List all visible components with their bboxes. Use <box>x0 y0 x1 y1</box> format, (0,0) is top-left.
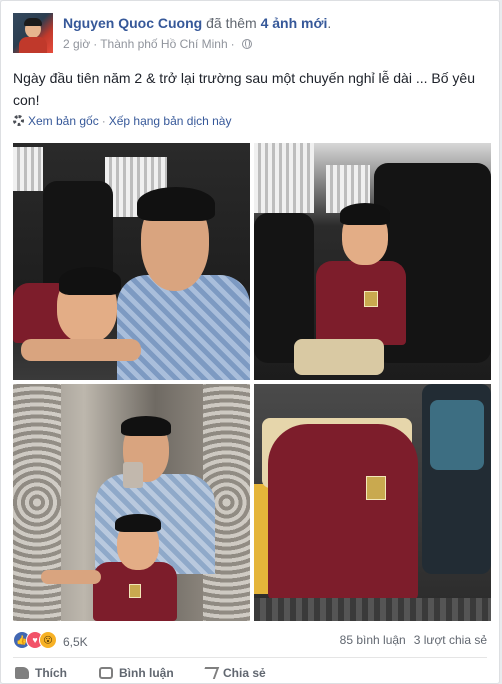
floor-mat <box>254 598 491 621</box>
comment-button[interactable]: Bình luận <box>99 666 174 680</box>
post-location[interactable]: Thành phố Hồ Chí Minh <box>100 37 227 51</box>
school-crest <box>366 476 386 500</box>
kid-hair <box>115 514 161 532</box>
phone-in-hand <box>123 462 143 488</box>
kid-hair <box>340 203 390 225</box>
kid-arm <box>21 339 141 361</box>
reaction-count[interactable]: 6,5K <box>63 635 88 649</box>
action-suffix: . <box>327 15 332 31</box>
globe-icon[interactable] <box>241 39 252 49</box>
car-curtain <box>13 147 43 191</box>
translation-separator: · <box>101 114 106 128</box>
comment-label: Bình luận <box>119 666 174 680</box>
see-original-link[interactable]: Xem bản gốc <box>28 114 99 128</box>
school-crest <box>364 291 378 307</box>
kid-hair <box>59 267 121 295</box>
photo-3[interactable] <box>13 384 250 621</box>
avatar-shirt <box>19 37 47 53</box>
like-label: Thích <box>35 666 67 680</box>
translation-bar: Xem bản gốc · Xếp hạng bản dịch này <box>13 114 231 128</box>
share-count[interactable]: 3 lượt chia sẻ <box>414 633 487 647</box>
post-caption: Ngày đầu tiên năm 2 & trở lại trường sau… <box>13 70 475 108</box>
post-time[interactable]: 2 giờ <box>63 37 90 51</box>
share-label: Chia sẻ <box>223 666 266 680</box>
post-headline: Nguyen Quoc Cuong đã thêm 4 ảnh mới. <box>63 15 331 31</box>
feed-post: Nguyen Quoc Cuong đã thêm 4 ảnh mới. 2 g… <box>0 0 500 684</box>
school-crest <box>129 584 141 598</box>
rate-translation-link[interactable]: Xếp hạng bản dịch này <box>109 114 232 128</box>
thumbs-up-icon <box>15 667 29 679</box>
like-button[interactable]: Thích <box>15 666 67 680</box>
post-action: đã thêm 4 ảnh mới. <box>206 15 331 31</box>
share-button[interactable]: Chia sẻ <box>200 666 266 680</box>
meta-separator: · <box>230 37 235 51</box>
car-curtain <box>254 143 314 213</box>
photo-2[interactable] <box>254 143 491 380</box>
man-hair <box>121 416 171 436</box>
action-prefix: đã thêm <box>206 15 257 31</box>
post-header: Nguyen Quoc Cuong đã thêm 4 ảnh mới. 2 g… <box>13 13 487 57</box>
ornate-wall <box>13 384 61 621</box>
kid-arm <box>41 570 101 584</box>
kid-shorts <box>294 339 384 375</box>
backpack-pocket <box>430 400 484 470</box>
comment-count[interactable]: 85 bình luận <box>340 633 406 647</box>
photo-count-link[interactable]: 4 ảnh mới <box>261 15 328 31</box>
uniform-shirt <box>268 424 418 600</box>
kid-shirt <box>316 261 406 345</box>
man-hair <box>137 187 215 221</box>
author-avatar[interactable] <box>13 13 53 53</box>
author-name[interactable]: Nguyen Quoc Cuong <box>63 15 202 31</box>
wow-reaction-icon: 😮 <box>39 631 57 649</box>
action-divider <box>13 657 487 658</box>
post-meta: 2 giờ · Thành phố Hồ Chí Minh · <box>63 37 252 51</box>
man-shirt <box>117 275 250 380</box>
meta-separator: · <box>93 37 98 51</box>
engagement-counts: 85 bình luận 3 lượt chia sẻ <box>340 633 487 647</box>
photo-1[interactable] <box>13 143 250 380</box>
photo-grid <box>13 143 491 621</box>
share-icon <box>200 667 220 679</box>
post-stats: 👍 ♥ 😮 6,5K 85 bình luận 3 lượt chia sẻ <box>13 629 487 649</box>
comment-icon <box>99 667 113 679</box>
gear-icon[interactable] <box>13 115 24 126</box>
avatar-hair <box>24 18 42 26</box>
post-actions: Thích Bình luận Chia sẻ <box>13 664 487 683</box>
photo-4[interactable] <box>254 384 491 621</box>
